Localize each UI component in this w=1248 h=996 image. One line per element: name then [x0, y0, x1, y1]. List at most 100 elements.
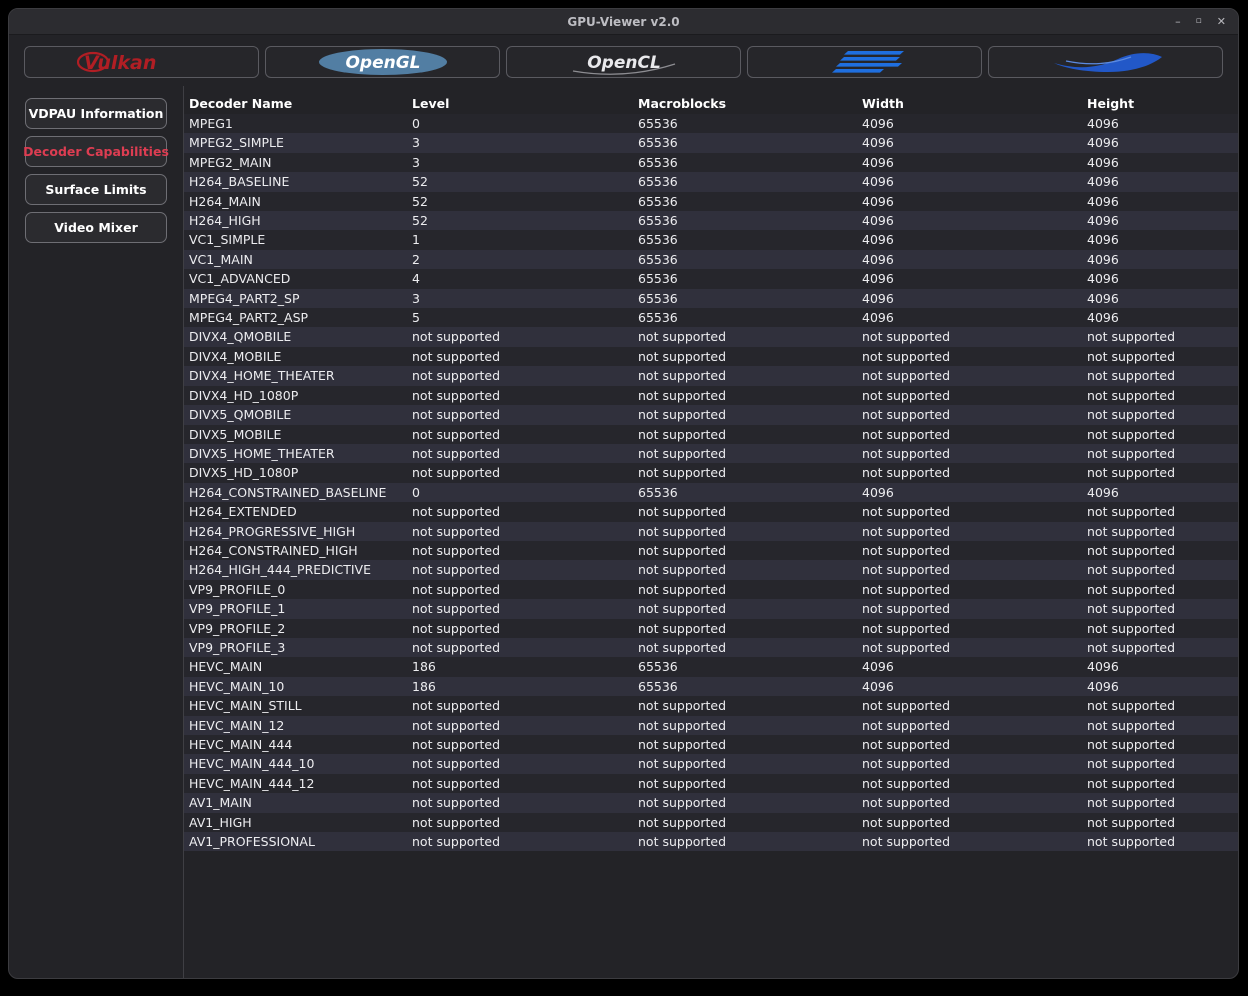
table-row[interactable]: DIVX5_HD_1080Pnot supportednot supported…: [184, 463, 1238, 482]
table-cell: not supported: [633, 619, 857, 638]
table-cell: not supported: [407, 619, 633, 638]
table-row[interactable]: MPEG2_SIMPLE36553640964096: [184, 133, 1238, 152]
table-row[interactable]: MPEG4_PART2_ASP56553640964096: [184, 308, 1238, 327]
table-cell: 4096: [1082, 269, 1238, 288]
sidebar-item-video-mixer[interactable]: Video Mixer: [25, 212, 167, 243]
table-row[interactable]: H264_CONSTRAINED_BASELINE06553640964096: [184, 483, 1238, 502]
table-cell: 4096: [1082, 483, 1238, 502]
table-cell: not supported: [407, 425, 633, 444]
table-row[interactable]: MPEG2_MAIN36553640964096: [184, 153, 1238, 172]
table-cell: not supported: [633, 502, 857, 521]
table-cell: not supported: [407, 405, 633, 424]
table-cell: 65536: [633, 308, 857, 327]
minimize-button[interactable]: –: [1175, 16, 1181, 27]
table-cell: not supported: [1082, 716, 1238, 735]
svg-text:Vulkan: Vulkan: [84, 52, 156, 74]
table-row[interactable]: HEVC_MAIN_STILLnot supportednot supporte…: [184, 696, 1238, 715]
table-cell: 4096: [857, 192, 1082, 211]
table-row[interactable]: AV1_HIGHnot supportednot supportednot su…: [184, 813, 1238, 832]
content-area: VDPAU Information Decoder Capabilities Sur…: [9, 86, 1238, 978]
table-cell: not supported: [407, 813, 633, 832]
table-cell: not supported: [857, 619, 1082, 638]
table-row[interactable]: DIVX5_QMOBILEnot supportednot supportedn…: [184, 405, 1238, 424]
sidebar-item-decoder-capabilities[interactable]: Decoder Capabilities: [25, 136, 167, 167]
table-cell: not supported: [1082, 444, 1238, 463]
table-cell: 4096: [1082, 153, 1238, 172]
table-row[interactable]: DIVX4_QMOBILEnot supportednot supportedn…: [184, 327, 1238, 346]
table-row[interactable]: HEVC_MAIN1866553640964096: [184, 657, 1238, 676]
table-row[interactable]: HEVC_MAIN_444_12not supportednot support…: [184, 774, 1238, 793]
table-cell: H264_CONSTRAINED_HIGH: [184, 541, 407, 560]
table-cell: 4096: [857, 677, 1082, 696]
table-cell: not supported: [1082, 463, 1238, 482]
table-row[interactable]: H264_HIGH526553640964096: [184, 211, 1238, 230]
table-row[interactable]: H264_PROGRESSIVE_HIGHnot supportednot su…: [184, 522, 1238, 541]
table-cell: not supported: [1082, 832, 1238, 851]
table-cell: AV1_PROFESSIONAL: [184, 832, 407, 851]
table-cell: not supported: [857, 754, 1082, 773]
sidebar-item-vdpau-information[interactable]: VDPAU Information: [25, 98, 167, 129]
table-cell: HEVC_MAIN_444_12: [184, 774, 407, 793]
close-button[interactable]: ✕: [1217, 16, 1226, 27]
table-cell: not supported: [407, 366, 633, 385]
table-row[interactable]: HEVC_MAIN_444_10not supportednot support…: [184, 754, 1238, 773]
table-row[interactable]: VP9_PROFILE_2not supportednot supportedn…: [184, 619, 1238, 638]
tab-opencl[interactable]: OpenCL: [506, 46, 741, 78]
sidebar-item-surface-limits[interactable]: Surface Limits: [25, 174, 167, 205]
table-cell: not supported: [857, 735, 1082, 754]
table-row[interactable]: VC1_MAIN26553640964096: [184, 250, 1238, 269]
table-row[interactable]: HEVC_MAIN_444not supportednot supportedn…: [184, 735, 1238, 754]
table-row[interactable]: VP9_PROFILE_3not supportednot supportedn…: [184, 638, 1238, 657]
titlebar[interactable]: GPU-Viewer v2.0 – ▫ ✕: [9, 9, 1238, 35]
table-cell: not supported: [857, 638, 1082, 657]
table-cell: H264_PROGRESSIVE_HIGH: [184, 522, 407, 541]
table-cell: 2: [407, 250, 633, 269]
table-cell: HEVC_MAIN_444: [184, 735, 407, 754]
table-row[interactable]: H264_MAIN526553640964096: [184, 192, 1238, 211]
table-cell: not supported: [633, 405, 857, 424]
table-cell: 4096: [857, 133, 1082, 152]
table-cell: not supported: [633, 774, 857, 793]
table-cell: DIVX5_HOME_THEATER: [184, 444, 407, 463]
table-cell: 186: [407, 657, 633, 676]
table-row[interactable]: DIVX4_HD_1080Pnot supportednot supported…: [184, 386, 1238, 405]
table-row[interactable]: DIVX5_MOBILEnot supportednot supportedno…: [184, 425, 1238, 444]
table-cell: H264_MAIN: [184, 192, 407, 211]
table-cell: MPEG4_PART2_SP: [184, 289, 407, 308]
table-cell: not supported: [857, 560, 1082, 579]
tab-vulkan[interactable]: Vulkan: [24, 46, 259, 78]
table-cell: 3: [407, 289, 633, 308]
table-row[interactable]: DIVX4_MOBILEnot supportednot supportedno…: [184, 347, 1238, 366]
table-row[interactable]: VP9_PROFILE_1not supportednot supportedn…: [184, 599, 1238, 618]
table-row[interactable]: VC1_ADVANCED46553640964096: [184, 269, 1238, 288]
table-row[interactable]: H264_BASELINE526553640964096: [184, 172, 1238, 191]
table-row[interactable]: H264_HIGH_444_PREDICTIVEnot supportednot…: [184, 560, 1238, 579]
table-row[interactable]: HEVC_MAIN_12not supportednot supportedno…: [184, 716, 1238, 735]
table-row[interactable]: DIVX5_HOME_THEATERnot supportednot suppo…: [184, 444, 1238, 463]
table-row[interactable]: AV1_PROFESSIONALnot supportednot support…: [184, 832, 1238, 851]
table-cell: not supported: [1082, 541, 1238, 560]
table-row[interactable]: AV1_MAINnot supportednot supportednot su…: [184, 793, 1238, 812]
decoder-table-header-row: Decoder NameLevelMacroblocksWidthHeight: [184, 94, 1238, 114]
table-cell: 4: [407, 269, 633, 288]
table-cell: not supported: [1082, 405, 1238, 424]
tab-opengl[interactable]: OpenGL: [265, 46, 500, 78]
table-row[interactable]: DIVX4_HOME_THEATERnot supportednot suppo…: [184, 366, 1238, 385]
table-row[interactable]: MPEG106553640964096: [184, 114, 1238, 133]
table-cell: not supported: [633, 580, 857, 599]
table-row[interactable]: H264_CONSTRAINED_HIGHnot supportednot su…: [184, 541, 1238, 560]
maximize-button[interactable]: ▫: [1196, 17, 1202, 26]
table-row[interactable]: H264_EXTENDEDnot supportednot supportedn…: [184, 502, 1238, 521]
table-row[interactable]: VC1_SIMPLE16553640964096: [184, 230, 1238, 249]
table-cell: not supported: [407, 716, 633, 735]
table-cell: not supported: [407, 735, 633, 754]
tab-vdpau[interactable]: [747, 46, 982, 78]
table-row[interactable]: VP9_PROFILE_0not supportednot supportedn…: [184, 580, 1238, 599]
table-cell: MPEG4_PART2_ASP: [184, 308, 407, 327]
table-cell: 4096: [1082, 657, 1238, 676]
table-row[interactable]: HEVC_MAIN_101866553640964096: [184, 677, 1238, 696]
tab-vaapi[interactable]: [988, 46, 1223, 78]
table-cell: not supported: [1082, 347, 1238, 366]
table-cell: not supported: [633, 327, 857, 346]
table-row[interactable]: MPEG4_PART2_SP36553640964096: [184, 289, 1238, 308]
